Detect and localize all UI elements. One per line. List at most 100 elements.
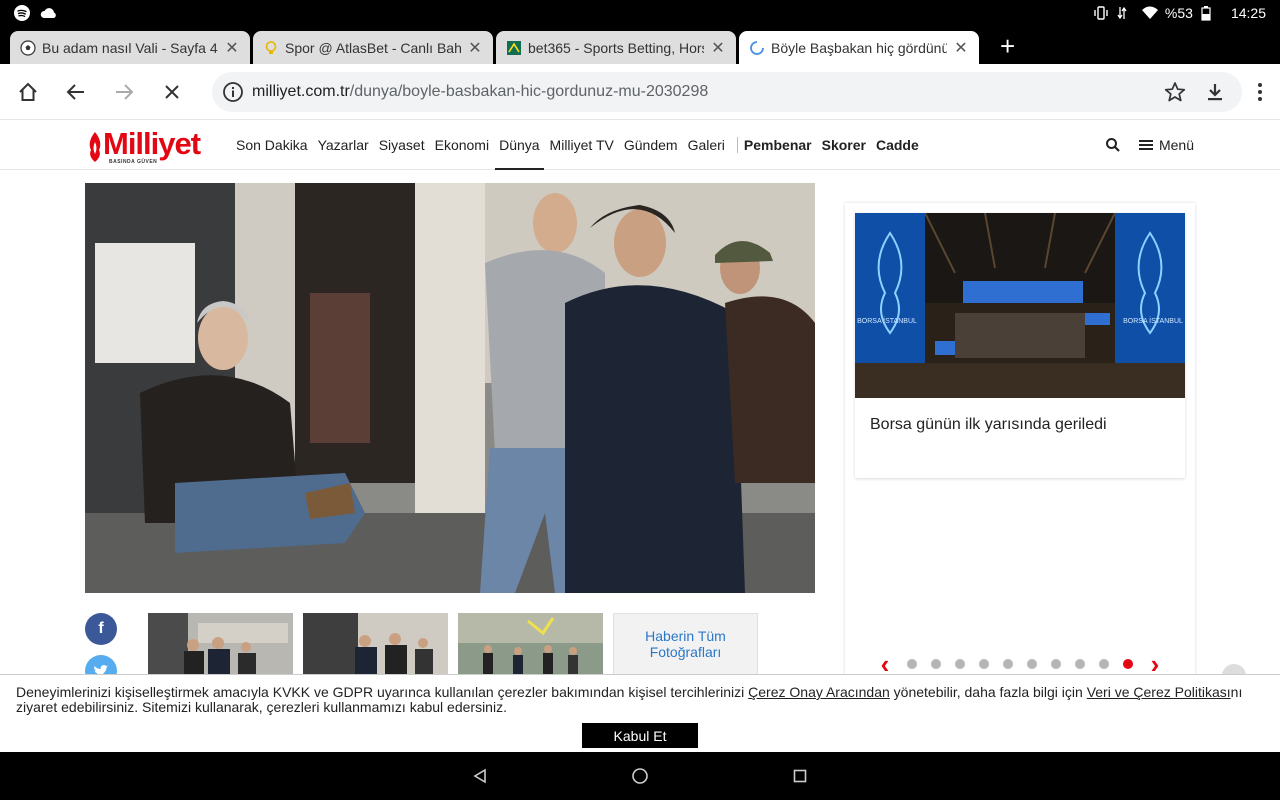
square-recents-icon: [793, 769, 807, 783]
privacy-policy-link[interactable]: Veri ve Çerez Politikası: [1087, 684, 1231, 700]
more-vert-icon: [1258, 82, 1262, 101]
forward-button[interactable]: [106, 74, 142, 110]
facebook-share-button[interactable]: f: [85, 613, 117, 645]
url-path: /dunya/boyle-basbakan-hic-gordunuz-mu-20…: [349, 82, 709, 100]
carousel-dot[interactable]: [931, 659, 941, 669]
cookie-text-part: yönetebilir, daha fazla bilgi için: [889, 684, 1087, 700]
nav-item-ekonomi[interactable]: Ekonomi: [435, 120, 489, 170]
borsa-istanbul-image: BORSA İSTANBUL BORSA İSTANBUL: [855, 213, 1185, 398]
nav-item-milliyet-tv[interactable]: Milliyet TV: [550, 120, 614, 170]
nav-item-yazarlar[interactable]: Yazarlar: [318, 120, 369, 170]
hamburger-icon: [1138, 140, 1153, 150]
logo-text: Milliyet: [103, 126, 201, 161]
tab-title: Spor @ AtlasBet - Canlı Bahis: [285, 39, 461, 56]
search-icon[interactable]: [1105, 137, 1121, 153]
gallery-thumbnail[interactable]: [303, 613, 448, 675]
back-arrow-icon: [66, 83, 84, 100]
browser-tab[interactable]: Bu adam nasıl Vali - Sayfa 4 - ✕: [10, 31, 250, 64]
data-icon: [1117, 5, 1133, 21]
gallery-thumbnail[interactable]: [148, 613, 293, 675]
carousel-dot[interactable]: [907, 659, 917, 669]
system-nav-bar: [0, 752, 1280, 800]
carousel-dot[interactable]: [1123, 659, 1133, 669]
nav-item-galeri[interactable]: Galeri: [688, 120, 725, 170]
info-icon: [223, 81, 243, 102]
close-tab-icon[interactable]: ✕: [710, 38, 726, 58]
nav-item-pembenar[interactable]: Pembenar: [744, 120, 812, 170]
carousel-dot[interactable]: [1027, 659, 1037, 669]
nav-item-gundem[interactable]: Gündem: [624, 120, 678, 170]
carousel-dot[interactable]: [1003, 659, 1013, 669]
clock: 14:25: [1230, 4, 1266, 21]
all-photos-button[interactable]: Haberin Tüm Fotoğrafları: [613, 613, 758, 675]
next-arrow-icon[interactable]: ›: [1145, 651, 1165, 677]
triangle-back-icon: [473, 768, 486, 784]
star-icon: [1164, 81, 1186, 101]
nav-item-cadde[interactable]: Cadde: [876, 120, 919, 170]
status-bar: %53 14:25: [0, 0, 1280, 25]
news-slide[interactable]: BORSA İSTANBUL BORSA İSTANBUL Borsa günü…: [855, 213, 1185, 478]
battery-icon: [1201, 5, 1217, 21]
wifi-icon: [1141, 5, 1158, 21]
home-button[interactable]: [10, 74, 46, 110]
bookmark-star-button[interactable]: [1158, 75, 1192, 109]
system-home-button[interactable]: [630, 766, 650, 786]
cookie-text-part: Deneyimlerinizi kişiselleştirmek amacıyl…: [16, 684, 749, 700]
home-icon: [19, 82, 37, 101]
nav-divider: [736, 137, 738, 153]
image-sign-right: BORSA İSTANBUL: [1123, 316, 1183, 325]
url-text[interactable]: milliyet.com.tr/dunya/boyle-basbakan-hic…: [252, 83, 1152, 101]
carousel-dot[interactable]: [1051, 659, 1061, 669]
soccer-ball-icon: [20, 39, 36, 56]
carousel-dot[interactable]: [955, 659, 965, 669]
stop-button[interactable]: [154, 74, 190, 110]
close-tab-icon[interactable]: ✕: [467, 38, 483, 58]
accept-cookies-button[interactable]: Kabul Et: [582, 723, 698, 748]
system-back-button[interactable]: [470, 766, 490, 786]
menu-label: Menü: [1158, 137, 1194, 153]
bulb-icon: [263, 40, 279, 56]
stop-x-icon: [165, 84, 179, 99]
tab-title: Böyle Başbakan hiç gördünü: [771, 39, 947, 56]
milliyet-logo[interactable]: Milliyet BASINDA GÜVEN: [85, 126, 225, 165]
browser-toolbar: milliyet.com.tr/dunya/boyle-basbakan-hic…: [0, 64, 1280, 120]
all-photos-label: Haberin Tüm Fotoğrafları: [645, 628, 726, 660]
browser-tab[interactable]: bet365 - Sports Betting, Horse ✕: [496, 31, 736, 64]
nav-item-skorer[interactable]: Skorer: [822, 120, 866, 170]
download-button[interactable]: [1198, 75, 1232, 109]
image-sign-left: BORSA İSTANBUL: [857, 316, 917, 325]
browser-tab[interactable]: Spor @ AtlasBet - Canlı Bahis ✕: [253, 31, 493, 64]
logo-tagline: BASINDA GÜVEN: [109, 159, 158, 165]
carousel-dot[interactable]: [1075, 659, 1085, 669]
carousel-dots: [895, 659, 1145, 669]
carousel-controls: ‹ ›: [875, 651, 1165, 677]
carousel-dot[interactable]: [979, 659, 989, 669]
close-tab-icon[interactable]: ✕: [953, 38, 969, 58]
download-icon: [1208, 83, 1222, 100]
menu-button[interactable]: Menü: [1138, 137, 1194, 153]
nav-item-son-dakika[interactable]: Son Dakika: [236, 120, 308, 170]
nav-item-siyaset[interactable]: Siyaset: [379, 120, 425, 170]
prev-arrow-icon[interactable]: ‹: [875, 651, 895, 677]
spotify-icon: [14, 4, 30, 21]
new-tab-button[interactable]: +: [1000, 31, 1015, 64]
overflow-menu-button[interactable]: [1250, 74, 1270, 110]
back-button[interactable]: [58, 74, 94, 110]
cookie-tool-link[interactable]: Çerez Onay Aracından: [748, 684, 890, 700]
header-actions: Menü: [1105, 120, 1194, 170]
gallery-thumbnail[interactable]: [458, 613, 603, 675]
nav-item-dunya[interactable]: Dünya: [495, 120, 545, 170]
address-bar[interactable]: milliyet.com.tr/dunya/boyle-basbakan-hic…: [212, 71, 1242, 112]
forward-arrow-icon: [116, 83, 134, 100]
main-nav: Son Dakika Yazarlar Siyaset Ekonomi Düny…: [236, 120, 929, 170]
system-recents-button[interactable]: [790, 766, 810, 786]
sidebar-news-card: BORSA İSTANBUL BORSA İSTANBUL Borsa günü…: [845, 203, 1195, 683]
browser-tab-active[interactable]: Böyle Başbakan hiç gördünü ✕: [739, 31, 979, 64]
tab-title: bet365 - Sports Betting, Horse: [528, 39, 704, 56]
news-caption[interactable]: Borsa günün ilk yarısında geriledi: [855, 398, 1185, 452]
flame-logo-icon: [89, 132, 101, 162]
carousel-dot[interactable]: [1099, 659, 1109, 669]
article-hero-image[interactable]: [85, 183, 815, 593]
close-tab-icon[interactable]: ✕: [224, 38, 240, 58]
bet365-icon: [506, 40, 522, 56]
